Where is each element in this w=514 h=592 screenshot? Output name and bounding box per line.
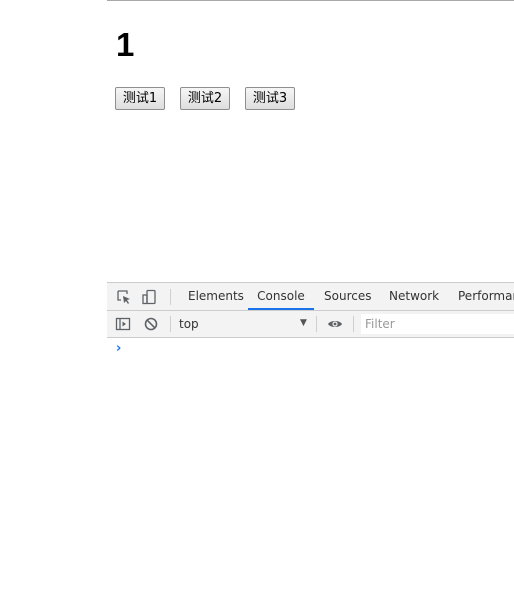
sidebar-toggle-icon[interactable] [115, 316, 131, 332]
console-toolbar: top ▼ Filter [107, 311, 514, 338]
tab-network[interactable]: Network [389, 283, 439, 310]
device-toolbar-icon[interactable] [141, 289, 157, 305]
test2-button[interactable]: 测试2 [180, 87, 230, 110]
tab-bar-separator [170, 289, 171, 305]
clear-console-icon[interactable] [143, 316, 159, 332]
inspect-element-icon[interactable] [116, 289, 132, 305]
page-viewport: 1 测试1 测试2 测试3 [107, 0, 514, 282]
chevron-down-icon[interactable]: ▼ [300, 318, 307, 328]
devtools-tab-bar: Elements Console Sources Network Perform… [107, 283, 514, 311]
tab-sources[interactable]: Sources [324, 283, 371, 310]
tab-elements[interactable]: Elements [188, 283, 244, 310]
toolbar-separator [316, 316, 317, 332]
toolbar-separator [353, 316, 354, 332]
tab-performance[interactable]: Performan [458, 283, 514, 310]
console-prompt[interactable]: › [116, 341, 121, 356]
devtools-panel: Elements Console Sources Network Perform… [107, 282, 514, 592]
test3-button[interactable]: 测试3 [245, 87, 295, 110]
page-heading: 1 [116, 26, 135, 63]
eye-icon[interactable] [327, 316, 343, 332]
context-selector[interactable]: top [179, 317, 199, 331]
test1-button[interactable]: 测试1 [115, 87, 165, 110]
toolbar-separator [170, 316, 171, 332]
tab-console[interactable]: Console [248, 283, 314, 310]
filter-input[interactable]: Filter [361, 314, 514, 334]
